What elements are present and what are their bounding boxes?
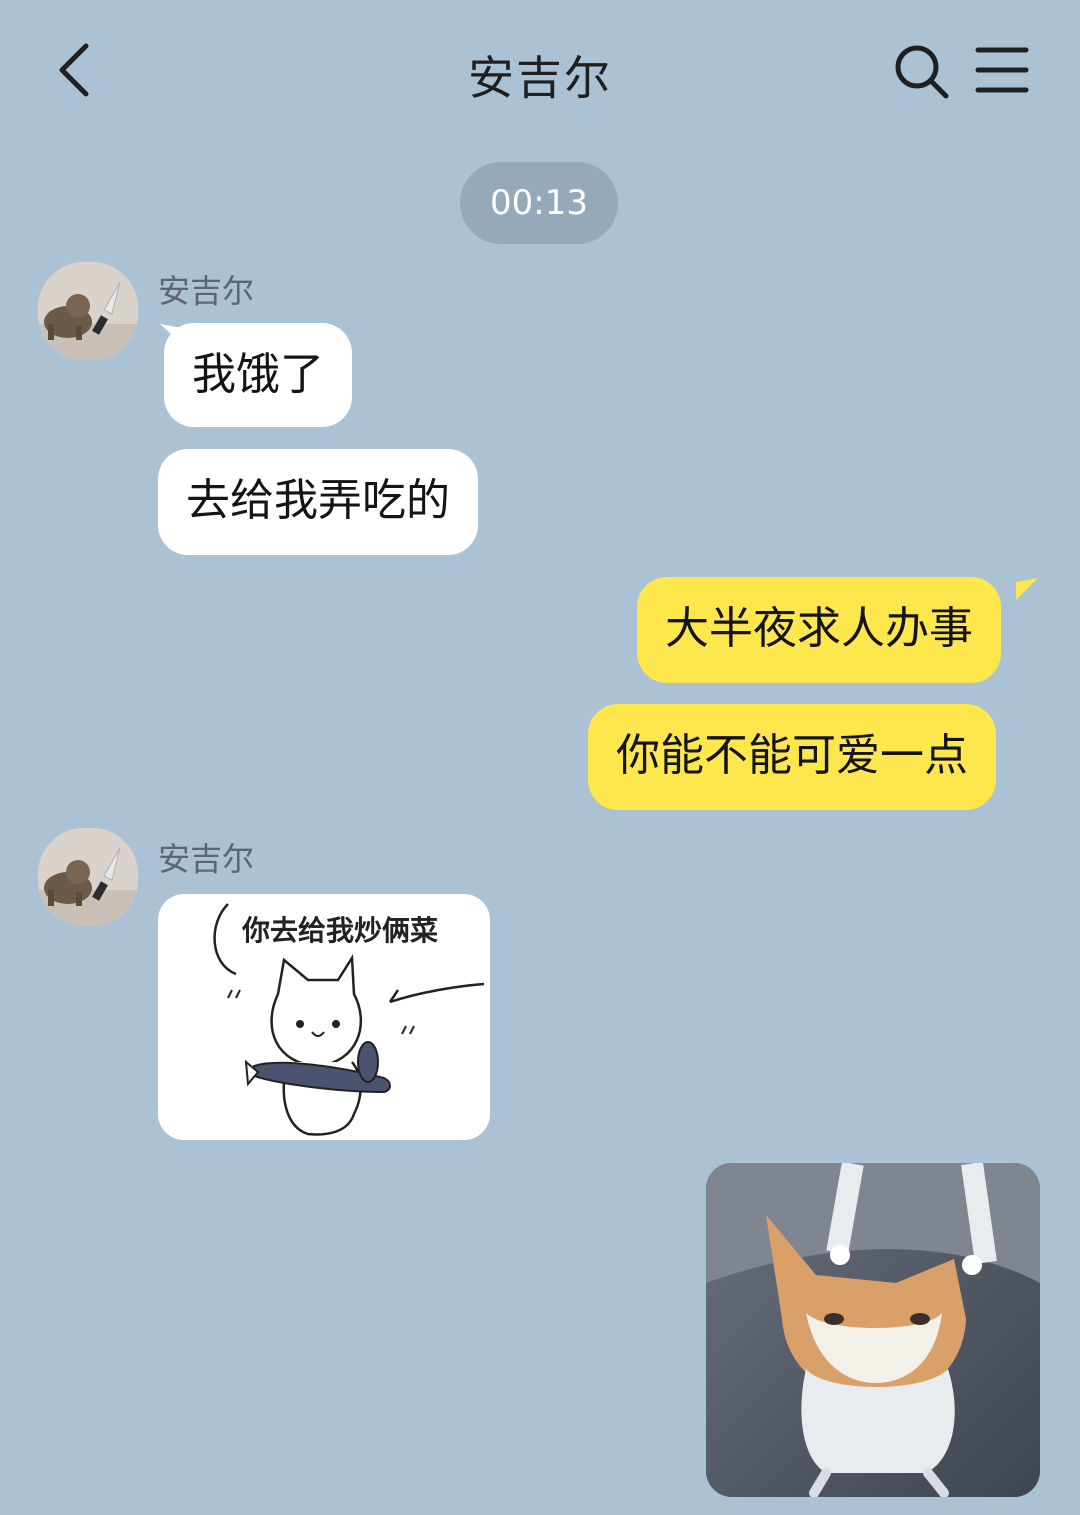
sticker-photo xyxy=(706,1163,1040,1497)
sticker-caption: 你去给我炒俩菜 xyxy=(241,914,438,947)
search-icon[interactable] xyxy=(890,40,952,102)
sender-name: 安吉尔 xyxy=(158,272,255,310)
cat-photo-sticker[interactable] xyxy=(706,1163,1040,1497)
chat-header: 安吉尔 xyxy=(0,0,1080,140)
menu-icon[interactable] xyxy=(974,44,1030,96)
cat-cartoon-sticker[interactable]: 你去给我炒俩菜 xyxy=(158,894,490,1140)
cat-with-knife-avatar-image xyxy=(38,828,138,926)
incoming-message-bubble[interactable]: 我饿了 xyxy=(164,323,352,427)
sticker-drawing: 你去给我炒俩菜 xyxy=(213,903,485,1136)
bubble-tail xyxy=(1016,578,1038,600)
cat-with-knife-avatar-image xyxy=(38,262,138,360)
avatar[interactable] xyxy=(38,828,138,926)
outgoing-message-bubble[interactable]: 大半夜求人办事 xyxy=(637,577,1001,683)
outgoing-message-bubble[interactable]: 你能不能可爱一点 xyxy=(588,704,996,810)
avatar[interactable] xyxy=(38,262,138,360)
incoming-message-bubble[interactable]: 去给我弄吃的 xyxy=(158,449,478,555)
sender-name: 安吉尔 xyxy=(158,840,255,878)
time-divider: 00:13 xyxy=(460,162,618,244)
